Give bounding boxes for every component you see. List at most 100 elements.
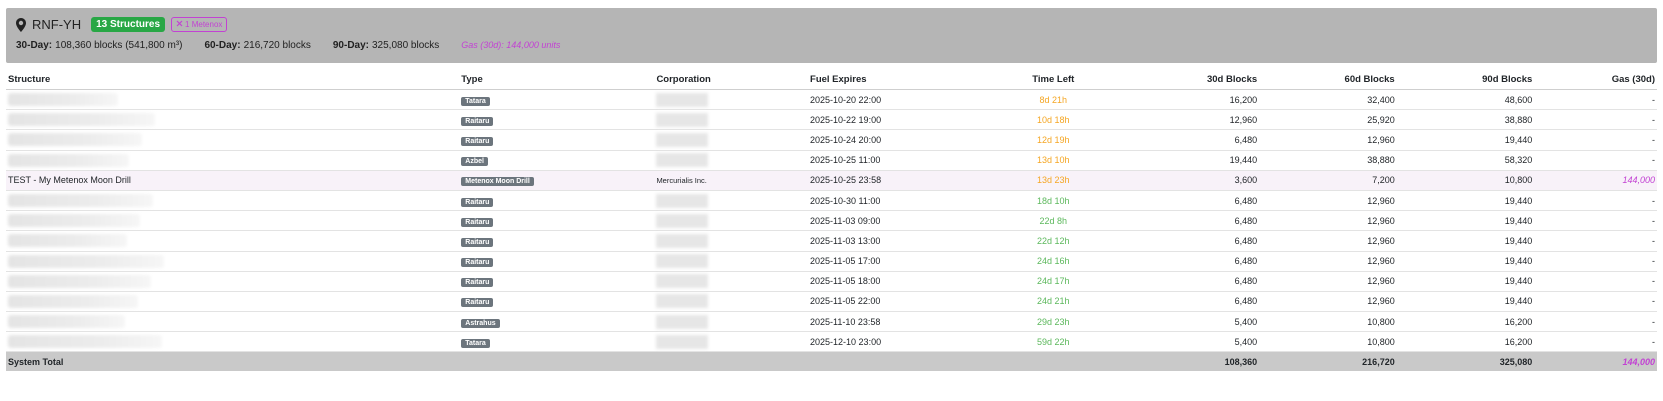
type-badge: Tatara — [461, 96, 490, 106]
fuel-expires: 2025-11-05 22:00 — [808, 291, 968, 313]
col-60d-blocks[interactable]: 60d Blocks — [1259, 69, 1397, 90]
blocks-90d: 19,440 — [1396, 129, 1535, 151]
table-row[interactable]: Raitaru 2025-11-05 18:00 24d 17h 6,480 12,96… — [6, 271, 1657, 292]
gas-summary: Gas (30d): 144,000 units — [461, 40, 561, 50]
structure-name-redacted — [6, 150, 460, 171]
corporation-redacted — [654, 150, 809, 171]
time-left: 22d 12h — [967, 230, 1139, 252]
time-left: 29d 23h — [967, 311, 1139, 333]
structure-name-redacted — [6, 190, 460, 212]
structure-type: Raitaru — [459, 291, 655, 313]
stat-60-day: 60-Day: 216,720 blocks — [204, 40, 311, 51]
blocks-60d: 12,960 — [1259, 129, 1397, 151]
type-badge: Raitaru — [461, 278, 494, 288]
col-structure[interactable]: Structure — [6, 69, 460, 90]
metenox-count-label: 1 Metenox — [185, 20, 223, 29]
gas-30d: - — [1534, 251, 1657, 272]
table-row[interactable]: Raitaru 2025-11-05 22:00 24d 21h 6,480 12,96… — [6, 291, 1657, 313]
blocks-60d: 38,880 — [1259, 150, 1397, 171]
blocks-90d: 19,440 — [1396, 230, 1535, 252]
corporation-redacted — [654, 210, 809, 232]
map-pin-icon — [16, 17, 26, 32]
col-type[interactable]: Type — [459, 69, 655, 90]
blocks-90d: 38,880 — [1396, 109, 1535, 131]
structure-name-redacted — [6, 251, 460, 272]
system-panel: RNF-YH 13 Structures 1 Metenox 30-Day: 10… — [6, 8, 1657, 372]
type-badge: Azbel — [461, 157, 488, 167]
blocks-30d: 6,480 — [1138, 210, 1260, 232]
gas-30d: - — [1534, 129, 1657, 151]
structure-name-redacted — [6, 331, 460, 353]
gas-30d: - — [1534, 109, 1657, 131]
table-row[interactable]: Azbel 2025-10-25 11:00 13d 10h 19,440 38,880… — [6, 150, 1657, 171]
blocks-60d: 7,200 — [1259, 170, 1397, 191]
total-label: System Total — [6, 351, 460, 372]
blocks-60d: 12,960 — [1259, 190, 1397, 212]
table-row[interactable]: Raitaru 2025-11-03 13:00 22d 12h 6,480 12,96… — [6, 230, 1657, 252]
structure-type: Raitaru — [459, 129, 655, 151]
col-90d-blocks[interactable]: 90d Blocks — [1396, 69, 1535, 90]
type-badge: Raitaru — [461, 237, 494, 247]
blocks-60d: 10,800 — [1259, 311, 1397, 333]
table-row[interactable]: Raitaru 2025-10-24 20:00 12d 19h 6,480 12,96… — [6, 129, 1657, 151]
type-badge: Raitaru — [461, 217, 494, 227]
table-row[interactable]: Raitaru 2025-10-30 11:00 18d 10h 6,480 12,96… — [6, 190, 1657, 212]
time-left: 18d 10h — [967, 190, 1139, 212]
structures-count-badge: 13 Structures — [91, 17, 166, 32]
fuel-expires: 2025-11-10 23:58 — [808, 311, 968, 333]
gas-30d: - — [1534, 150, 1657, 171]
col-30d-blocks[interactable]: 30d Blocks — [1138, 69, 1260, 90]
structure-type: Astrahus — [459, 311, 655, 333]
structure-type: Tatara — [459, 331, 655, 353]
structure-type: Raitaru — [459, 251, 655, 272]
gas-30d: - — [1534, 210, 1657, 232]
time-left: 59d 22h — [967, 331, 1139, 353]
blocks-60d: 12,960 — [1259, 230, 1397, 252]
corporation-redacted — [654, 291, 809, 313]
gas-30d: - — [1534, 230, 1657, 252]
table-row[interactable]: Raitaru 2025-10-22 19:00 10d 18h 12,960 25,9… — [6, 109, 1657, 131]
corporation-redacted — [654, 331, 809, 353]
gas-30d: - — [1534, 271, 1657, 292]
table-row[interactable]: Raitaru 2025-11-05 17:00 24d 16h 6,480 12,96… — [6, 251, 1657, 272]
blocks-60d: 32,400 — [1259, 89, 1397, 111]
table-row[interactable]: Raitaru 2025-11-03 09:00 22d 8h 6,480 12,960… — [6, 210, 1657, 232]
corporation-redacted — [654, 251, 809, 272]
corporation-redacted — [654, 230, 809, 252]
fuel-expires: 2025-11-05 17:00 — [808, 251, 968, 272]
col-time-left[interactable]: Time Left — [967, 69, 1139, 90]
blocks-30d: 6,480 — [1138, 230, 1260, 252]
blocks-90d: 10,800 — [1396, 170, 1535, 191]
blocks-30d: 5,400 — [1138, 311, 1260, 333]
gas-30d: - — [1534, 190, 1657, 212]
col-fuel-expires[interactable]: Fuel Expires — [808, 69, 968, 90]
time-left: 13d 23h — [967, 170, 1139, 191]
time-left: 24d 21h — [967, 291, 1139, 313]
fuel-expires: 2025-10-22 19:00 — [808, 109, 968, 131]
fuel-expires: 2025-10-24 20:00 — [808, 129, 968, 151]
table-row[interactable]: Tatara 2025-12-10 23:00 59d 22h 5,400 10,800… — [6, 331, 1657, 353]
structure-name-redacted — [6, 311, 460, 333]
type-badge: Raitaru — [461, 116, 494, 126]
blocks-30d: 19,440 — [1138, 150, 1260, 171]
time-left: 24d 17h — [967, 271, 1139, 292]
col-corporation[interactable]: Corporation — [654, 69, 809, 90]
blocks-90d: 48,600 — [1396, 89, 1535, 111]
structure-type: Raitaru — [459, 109, 655, 131]
blocks-30d: 3,600 — [1138, 170, 1260, 191]
table-row[interactable]: Astrahus 2025-11-10 23:58 29d 23h 5,400 10,8… — [6, 311, 1657, 333]
system-name: RNF-YH — [32, 17, 82, 32]
blocks-90d: 19,440 — [1396, 271, 1535, 292]
corporation-redacted — [654, 311, 809, 333]
system-header[interactable]: RNF-YH 13 Structures 1 Metenox 30-Day: 10… — [6, 8, 1657, 63]
time-left: 10d 18h — [967, 109, 1139, 131]
table-row[interactable]: Tatara 2025-10-20 22:00 8d 21h 16,200 32,400… — [6, 89, 1657, 111]
blocks-90d: 19,440 — [1396, 210, 1535, 232]
structure-name-redacted — [6, 291, 460, 313]
structure-type: Raitaru — [459, 230, 655, 252]
blocks-60d: 10,800 — [1259, 331, 1397, 353]
table-row[interactable]: TEST - My Metenox Moon Drill Metenox Moon… — [6, 170, 1657, 191]
col-gas-30d[interactable]: Gas (30d) — [1534, 69, 1657, 90]
fuel-expires: 2025-11-03 13:00 — [808, 230, 968, 252]
fuel-expires: 2025-11-03 09:00 — [808, 210, 968, 232]
